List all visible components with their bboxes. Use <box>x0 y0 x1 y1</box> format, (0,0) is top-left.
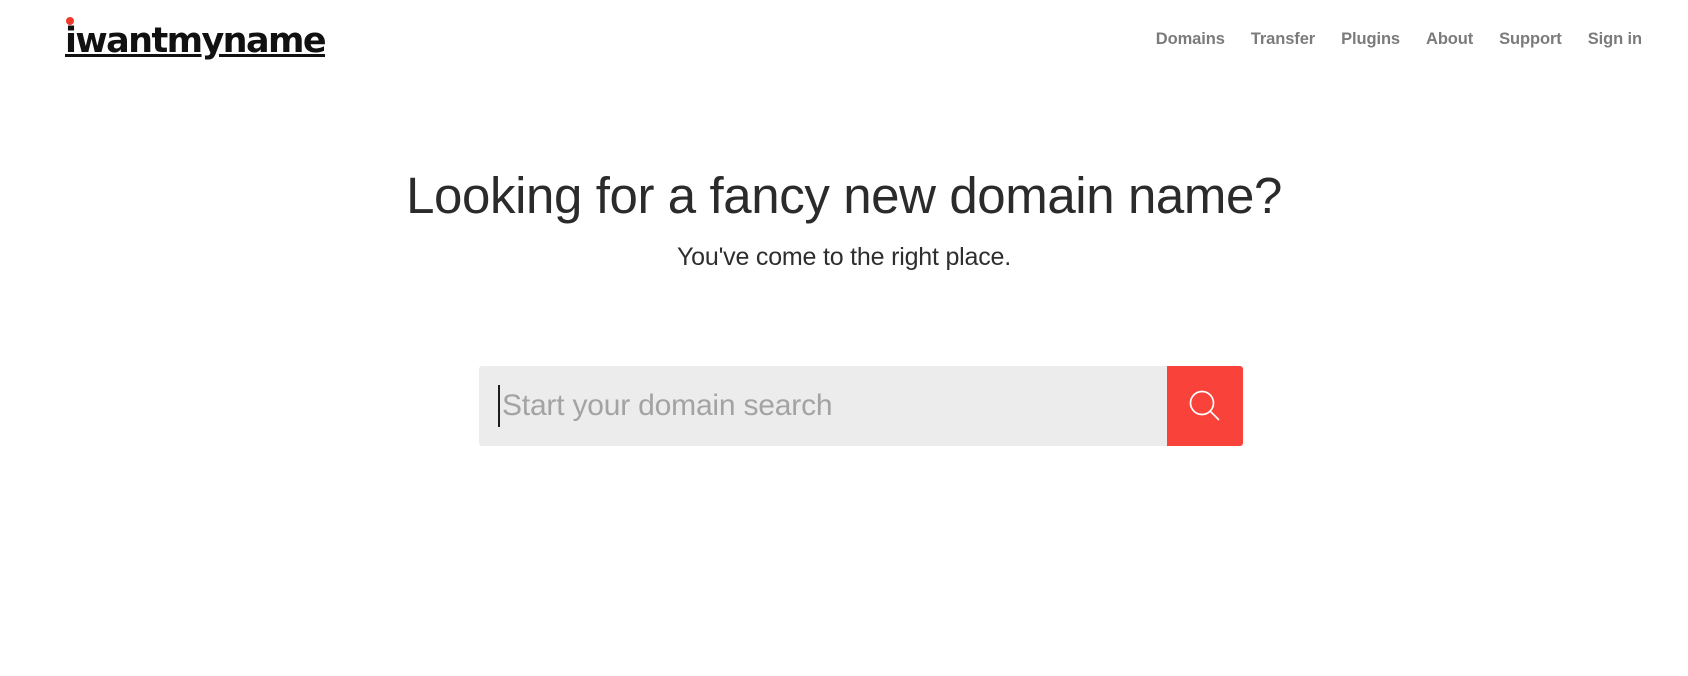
page-subtitle: You've come to the right place. <box>677 243 1011 271</box>
main-nav: Domains Transfer Plugins About Support S… <box>1143 24 1655 55</box>
nav-item-plugins[interactable]: Plugins <box>1328 24 1413 55</box>
nav-item-support[interactable]: Support <box>1486 24 1575 55</box>
site-header: iwantmyname Domains Transfer Plugins Abo… <box>0 0 1688 78</box>
text-caret <box>498 385 500 427</box>
nav-item-sign-in[interactable]: Sign in <box>1575 24 1655 55</box>
site-logo-text: iwantmyname <box>65 20 327 61</box>
search-button[interactable] <box>1167 366 1243 446</box>
red-dot-icon <box>66 16 74 25</box>
search-field-wrapper[interactable] <box>479 366 1167 446</box>
page-root: iwantmyname Domains Transfer Plugins Abo… <box>0 0 1688 676</box>
nav-item-domains[interactable]: Domains <box>1143 24 1238 55</box>
nav-item-about[interactable]: About <box>1413 24 1486 55</box>
nav-item-transfer[interactable]: Transfer <box>1238 24 1328 55</box>
site-logo[interactable]: iwantmyname <box>65 16 327 61</box>
search-icon <box>1183 384 1227 428</box>
domain-search-form <box>479 366 1243 446</box>
page-title: Looking for a fancy new domain name? <box>406 167 1282 224</box>
domain-search-input[interactable] <box>479 366 1167 446</box>
